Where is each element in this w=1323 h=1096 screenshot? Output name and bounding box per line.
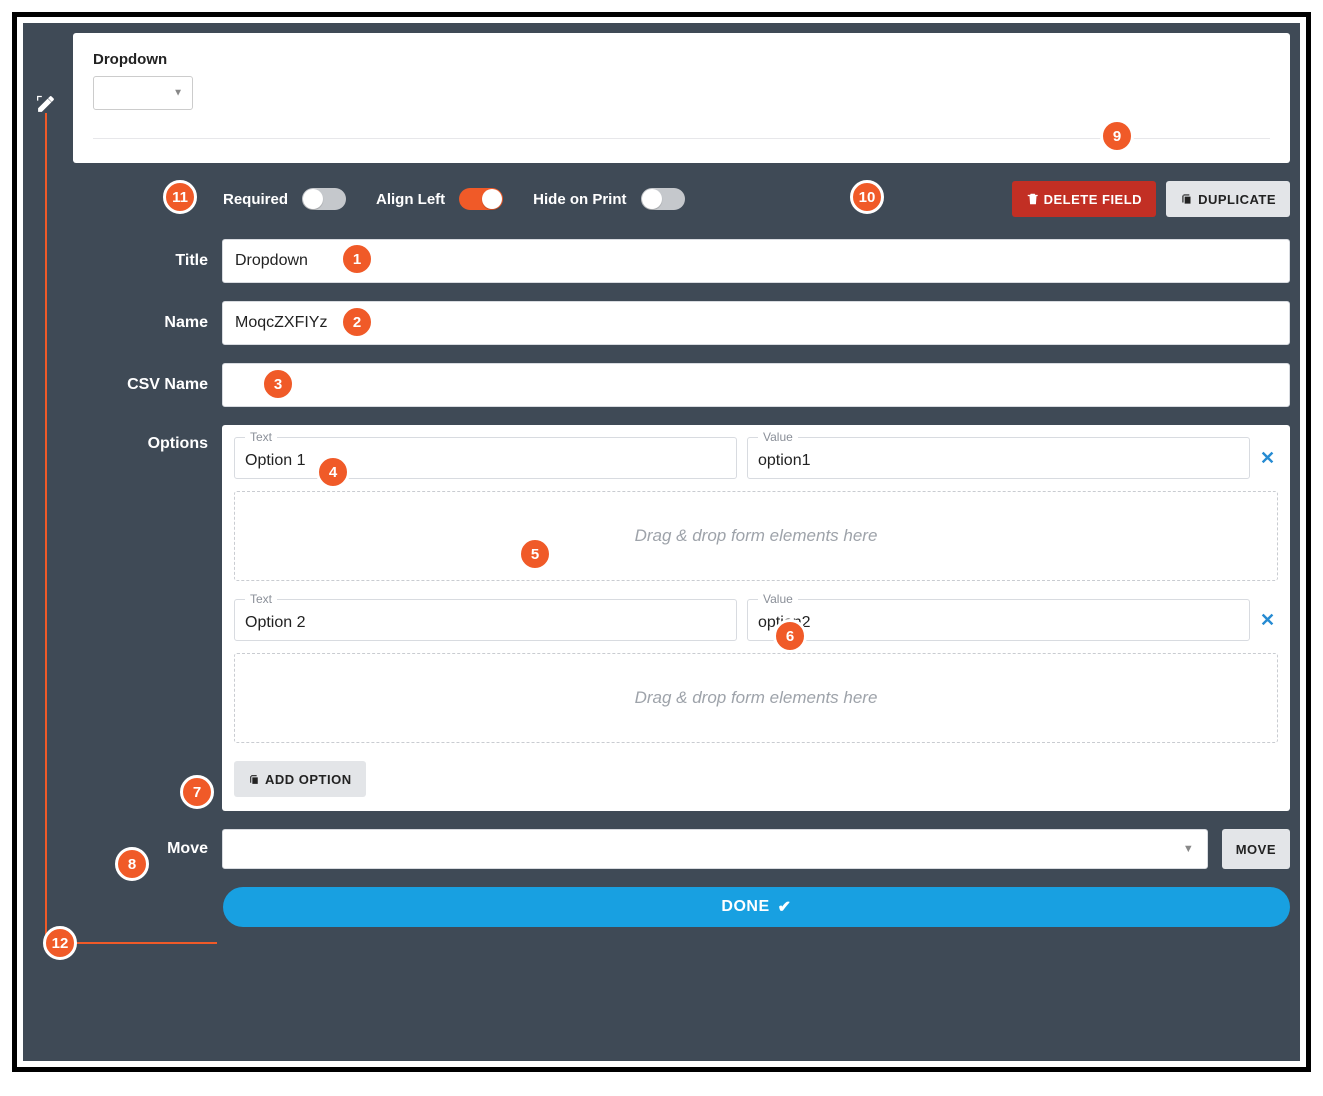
- option-text-field: Text: [234, 599, 737, 641]
- option-text-float-label: Text: [245, 592, 277, 606]
- title-label: Title: [73, 252, 208, 270]
- align-left-toggle[interactable]: [459, 188, 503, 210]
- done-button[interactable]: DONE ✔: [223, 887, 1290, 927]
- csv-name-input[interactable]: [222, 363, 1290, 407]
- annotation-connector: [45, 113, 47, 943]
- field-preview-card: Dropdown ▼: [73, 33, 1290, 163]
- pencil-square-icon: [36, 94, 56, 114]
- move-label: Move: [73, 840, 208, 858]
- move-destination-select[interactable]: [222, 829, 1208, 869]
- options-label: Options: [73, 425, 208, 453]
- check-icon: ✔: [778, 897, 792, 917]
- annotation-connector: [45, 942, 217, 944]
- name-label: Name: [73, 314, 208, 332]
- add-option-button[interactable]: ADD OPTION: [234, 761, 366, 797]
- option-value-float-label: Value: [758, 430, 798, 444]
- copy-icon: [1180, 192, 1194, 206]
- required-toggle[interactable]: [302, 188, 346, 210]
- duplicate-field-button[interactable]: DUPLICATE: [1166, 181, 1290, 217]
- remove-option-button[interactable]: ✕: [1260, 449, 1278, 467]
- hide-on-print-toggle-label: Hide on Print: [533, 191, 626, 208]
- csv-name-label: CSV Name: [73, 376, 208, 394]
- option-value-field: Value: [747, 599, 1250, 641]
- preview-title: Dropdown: [93, 51, 1270, 68]
- delete-field-button[interactable]: DELETE FIELD: [1012, 181, 1156, 217]
- option-value-float-label: Value: [758, 592, 798, 606]
- option-dropzone[interactable]: Drag & drop form elements here: [234, 653, 1278, 743]
- name-row: Name: [73, 301, 1290, 345]
- title-row: Title: [73, 239, 1290, 283]
- csv-name-row: CSV Name: [73, 363, 1290, 407]
- align-left-toggle-label: Align Left: [376, 191, 445, 208]
- field-settings-toolbar: Required Align Left Hide on Print DELETE…: [223, 181, 1290, 217]
- title-input[interactable]: [222, 239, 1290, 283]
- copy-icon: [248, 773, 261, 786]
- editor-panel: Dropdown ▼ Required Align Left Hide on P…: [23, 23, 1300, 1061]
- annotation-callout: 12: [43, 926, 77, 960]
- options-editor: Text Value ✕ Drag & drop form elements h…: [222, 425, 1290, 811]
- preview-dropdown[interactable]: [93, 76, 193, 110]
- name-input[interactable]: [222, 301, 1290, 345]
- preview-divider: [93, 138, 1270, 139]
- option-value-field: Value: [747, 437, 1250, 479]
- remove-option-button[interactable]: ✕: [1260, 611, 1278, 629]
- required-toggle-label: Required: [223, 191, 288, 208]
- preview-field: ▼: [93, 76, 1270, 110]
- option-text-field: Text: [234, 437, 737, 479]
- option-row: Text Value ✕: [234, 437, 1278, 479]
- option-dropzone[interactable]: Drag & drop form elements here: [234, 491, 1278, 581]
- options-row: Options Text Value ✕ Dra: [73, 425, 1290, 811]
- trash-icon: [1026, 192, 1040, 206]
- edit-field-icon-button[interactable]: [35, 93, 57, 115]
- field-config: Required Align Left Hide on Print DELETE…: [73, 163, 1290, 939]
- option-row: Text Value ✕: [234, 599, 1278, 641]
- option-text-float-label: Text: [245, 430, 277, 444]
- option-value-input[interactable]: [758, 614, 1239, 632]
- hide-on-print-toggle[interactable]: [641, 188, 685, 210]
- option-text-input[interactable]: [245, 614, 726, 632]
- option-value-input[interactable]: [758, 452, 1239, 470]
- move-button[interactable]: MOVE: [1222, 829, 1290, 869]
- move-row: Move ▼ MOVE: [73, 829, 1290, 869]
- option-text-input[interactable]: [245, 452, 726, 470]
